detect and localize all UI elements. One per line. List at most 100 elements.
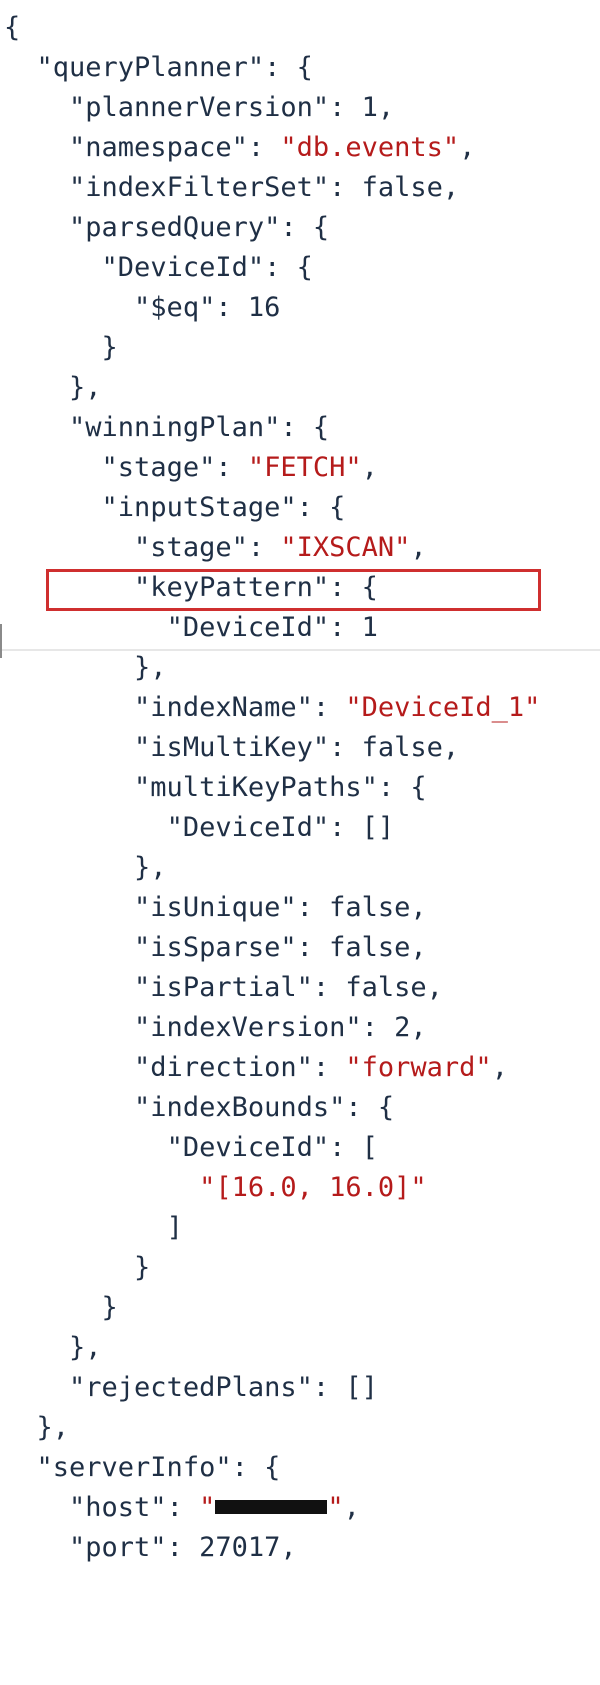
code-line: "rejectedPlans": [] <box>4 1368 540 1408</box>
code-line: "indexName": "DeviceId_1" <box>4 688 540 728</box>
code-token: : <box>329 172 362 203</box>
code-token: "queryPlanner" <box>36 52 265 83</box>
code-line: }, <box>4 368 540 408</box>
code-token: : <box>215 292 248 323</box>
code-token: 16 <box>247 292 281 323</box>
code-token: "indexFilterSet" <box>69 172 330 203</box>
code-line: "plannerVersion": 1, <box>4 88 540 128</box>
code-token: }, <box>69 1332 102 1363</box>
code-token: : <box>329 612 362 643</box>
code-token: : <box>329 732 362 763</box>
code-token: " <box>327 1492 344 1523</box>
code-token: : { <box>296 492 346 523</box>
code-viewer: { "queryPlanner": { "plannerVersion": 1,… <box>0 0 600 1685</box>
code-token: "host" <box>69 1492 167 1523</box>
code-token: "multiKeyPaths" <box>134 772 378 803</box>
code-line: "isMultiKey": false, <box>4 728 540 768</box>
code-line: "DeviceId": 1 <box>4 608 540 648</box>
code-token: "FETCH" <box>247 452 362 483</box>
code-line: "isUnique": false, <box>4 888 540 928</box>
code-token: , <box>426 972 443 1003</box>
code-token: : <box>296 932 330 963</box>
code-token: "serverInfo" <box>36 1452 232 1483</box>
code-token: , <box>410 932 427 963</box>
code-line: "DeviceId": [] <box>4 808 540 848</box>
code-line: } <box>4 328 540 368</box>
redacted-host-block <box>215 1499 328 1514</box>
code-token: "isPartial" <box>134 972 313 1003</box>
code-token: } <box>134 1252 151 1283</box>
code-token: "indexName" <box>134 692 313 723</box>
code-token: : [ <box>329 1132 378 1163</box>
ixscan-highlight-box <box>46 569 541 611</box>
code-token: , <box>491 1052 508 1083</box>
code-line: "multiKeyPaths": { <box>4 768 540 808</box>
code-line: "indexFilterSet": false, <box>4 168 540 208</box>
code-line: "DeviceId": { <box>4 248 540 288</box>
code-line: "host": " ", <box>4 1488 540 1528</box>
code-token: "isMultiKey" <box>134 732 330 763</box>
code-line: }, <box>4 648 540 688</box>
code-line: "indexVersion": 2, <box>4 1008 540 1048</box>
code-token: 1 <box>361 612 378 643</box>
code-token: : <box>329 92 362 123</box>
code-token: "[16.0, 16.0]" <box>199 1172 427 1203</box>
code-token: , <box>442 172 460 203</box>
code-token: , <box>377 92 395 123</box>
code-token: "DeviceId" <box>166 612 330 643</box>
code-token: "port" <box>69 1532 167 1563</box>
code-token: "isUnique" <box>134 892 297 923</box>
code-line: "serverInfo": { <box>4 1448 540 1488</box>
code-line: } <box>4 1248 540 1288</box>
code-token: : [] <box>329 812 395 843</box>
code-token: "namespace" <box>69 132 248 163</box>
code-token: false <box>345 972 427 1003</box>
code-line: { <box>4 8 540 48</box>
code-token: : <box>312 692 346 723</box>
code-line: "port": 27017, <box>4 1528 540 1568</box>
code-line: "indexBounds": { <box>4 1088 540 1128</box>
code-token: "IXSCAN" <box>280 532 411 563</box>
code-token: "stage" <box>134 532 248 563</box>
code-token: : [] <box>312 1372 378 1403</box>
code-token: "db.events" <box>280 132 460 163</box>
code-token: { <box>4 12 21 43</box>
code-line: "queryPlanner": { <box>4 48 540 88</box>
code-token: , <box>410 892 427 923</box>
code-token: "DeviceId" <box>166 1132 330 1163</box>
code-line: "stage": "IXSCAN", <box>4 528 540 568</box>
code-line: "isSparse": false, <box>4 928 540 968</box>
code-token: : { <box>231 1452 281 1483</box>
code-token: : <box>166 1492 200 1523</box>
code-token: : <box>166 1532 200 1563</box>
code-line: "DeviceId": [ <box>4 1128 540 1168</box>
code-token: : { <box>264 52 313 83</box>
code-line: }, <box>4 848 540 888</box>
code-token: false <box>329 892 411 923</box>
code-token: "isSparse" <box>134 932 297 963</box>
